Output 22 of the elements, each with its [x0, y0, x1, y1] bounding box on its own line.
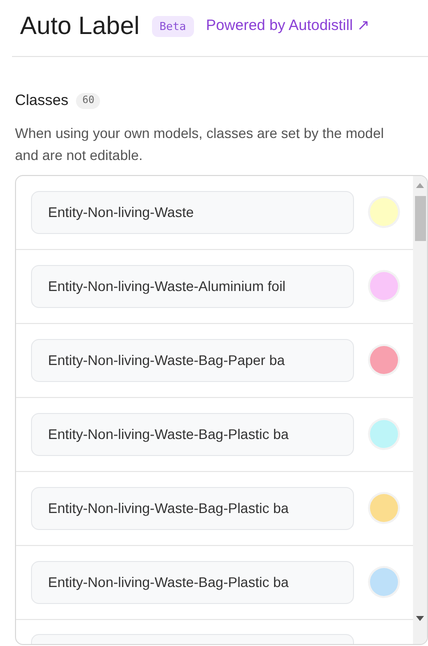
class-name-field[interactable]: Entity-Non-living-Waste-Bag-Plastic ba	[31, 560, 354, 604]
scroll-down-icon[interactable]	[416, 616, 424, 622]
color-swatch[interactable]	[370, 346, 398, 374]
scroll-up-icon[interactable]	[416, 182, 424, 188]
description-text: When using your own models, classes are set by the model and are not editable.	[14, 124, 385, 164]
count-badge: 60	[76, 93, 100, 110]
color-swatch[interactable]	[370, 198, 398, 226]
autodistill-link[interactable]: Powered by Autodistill ↗	[206, 14, 370, 38]
section-heading: Classes	[15, 91, 68, 111]
scrollbar[interactable]	[413, 176, 427, 644]
beta-badge: Beta	[152, 16, 194, 36]
color-swatch[interactable]	[370, 494, 398, 522]
class-name-field[interactable]: Entity-Non-living-Waste-Bag-Plastic ba	[31, 412, 354, 456]
page-title: Auto Label	[20, 14, 140, 38]
color-swatch[interactable]	[370, 420, 398, 448]
scrollbar-thumb[interactable]	[414, 196, 426, 240]
class-name-field[interactable]: Entity-Non-living-Waste-Aluminium foil	[31, 264, 354, 308]
class-name-field[interactable]: Entity-Non-living-Waste-Bag-Paper ba	[31, 338, 354, 382]
class-name-field[interactable]: Entity-Non-living-Waste-Bag-Plastic ba	[31, 486, 354, 530]
color-swatch[interactable]	[370, 272, 398, 300]
color-swatch[interactable]	[370, 568, 398, 596]
class-name-field[interactable]: Entity-Non-living-Waste	[31, 190, 354, 234]
